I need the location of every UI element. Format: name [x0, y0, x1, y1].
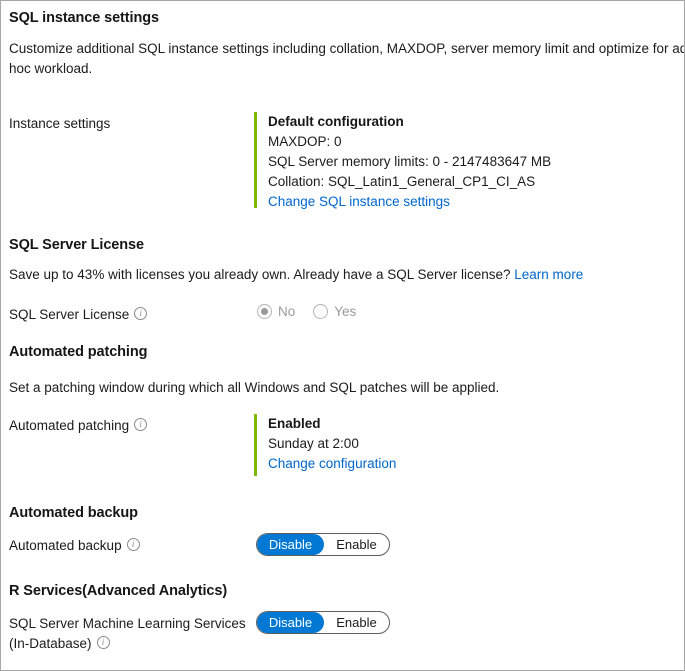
panel-description: Customize additional SQL instance settin…	[9, 41, 685, 76]
automated-backup-toggle[interactable]: Disable Enable	[256, 533, 390, 556]
info-icon[interactable]	[96, 636, 110, 649]
radio-option-no[interactable]: No	[257, 304, 295, 319]
maxdop-value: MAXDOP: 0	[268, 134, 342, 149]
automated-patching-status: Enabled	[268, 416, 321, 431]
sql-server-license-heading: SQL Server License	[9, 237, 144, 253]
automated-patching-description: Set a patching window during which all W…	[9, 380, 500, 395]
r-services-field-label: SQL Server Machine Learning Services (In-…	[9, 614, 249, 654]
automated-backup-field-label: Automated backup	[9, 536, 140, 556]
instance-settings-summary: Default configuration MAXDOP: 0 SQL Serv…	[254, 112, 552, 209]
r-services-field-text-line2: (In-Database)	[9, 636, 92, 651]
automated-backup-toggle-disable[interactable]: Disable	[257, 534, 324, 555]
automated-patching-heading: Automated patching	[9, 344, 148, 360]
sql-server-license-field-text: SQL Server License	[9, 307, 130, 322]
automated-patching-field-text: Automated patching	[9, 418, 130, 433]
info-icon[interactable]	[126, 538, 140, 551]
default-configuration-title: Default configuration	[268, 114, 404, 129]
r-services-field-text-line1: SQL Server Machine Learning Services	[9, 616, 246, 631]
change-configuration-link[interactable]: Change configuration	[268, 454, 396, 474]
sql-server-license-radio-group[interactable]: No Yes	[257, 304, 374, 319]
automated-backup-heading: Automated backup	[9, 505, 138, 521]
memory-limits-value: SQL Server memory limits: 0 - 2147483647…	[268, 154, 552, 169]
radio-label-no: No	[278, 304, 296, 319]
radio-label-yes: Yes	[334, 304, 357, 319]
automated-patching-field-label: Automated patching	[9, 416, 148, 436]
r-services-toggle[interactable]: Disable Enable	[256, 611, 390, 634]
sql-server-license-description: Save up to 43% with licenses you already…	[9, 265, 669, 285]
change-sql-instance-settings-link[interactable]: Change SQL instance settings	[268, 192, 551, 212]
automated-backup-field-text: Automated backup	[9, 538, 122, 553]
page-title: SQL instance settings	[9, 10, 159, 26]
r-services-heading: R Services(Advanced Analytics)	[9, 583, 228, 599]
radio-dot-no[interactable]	[257, 304, 272, 319]
info-icon[interactable]	[134, 418, 148, 431]
automated-patching-schedule: Sunday at 2:00	[268, 436, 359, 451]
automated-patching-summary: Enabled Sunday at 2:00 Change configurat…	[254, 414, 396, 476]
radio-dot-yes[interactable]	[313, 304, 329, 319]
learn-more-link[interactable]: Learn more	[514, 267, 583, 282]
info-icon[interactable]	[134, 307, 148, 320]
automated-backup-toggle-enable[interactable]: Enable	[324, 534, 389, 555]
radio-option-yes[interactable]: Yes	[313, 304, 356, 319]
r-services-toggle-disable[interactable]: Disable	[257, 612, 324, 633]
sql-server-license-description-text: Save up to 43% with licenses you already…	[9, 267, 515, 282]
r-services-toggle-enable[interactable]: Enable	[324, 612, 389, 633]
sql-server-license-field-label: SQL Server License	[9, 305, 148, 325]
sql-instance-settings-panel: SQL instance settings Customize addition…	[0, 0, 685, 671]
collation-value: Collation: SQL_Latin1_General_CP1_CI_AS	[268, 174, 536, 189]
instance-settings-label: Instance settings	[9, 116, 111, 131]
